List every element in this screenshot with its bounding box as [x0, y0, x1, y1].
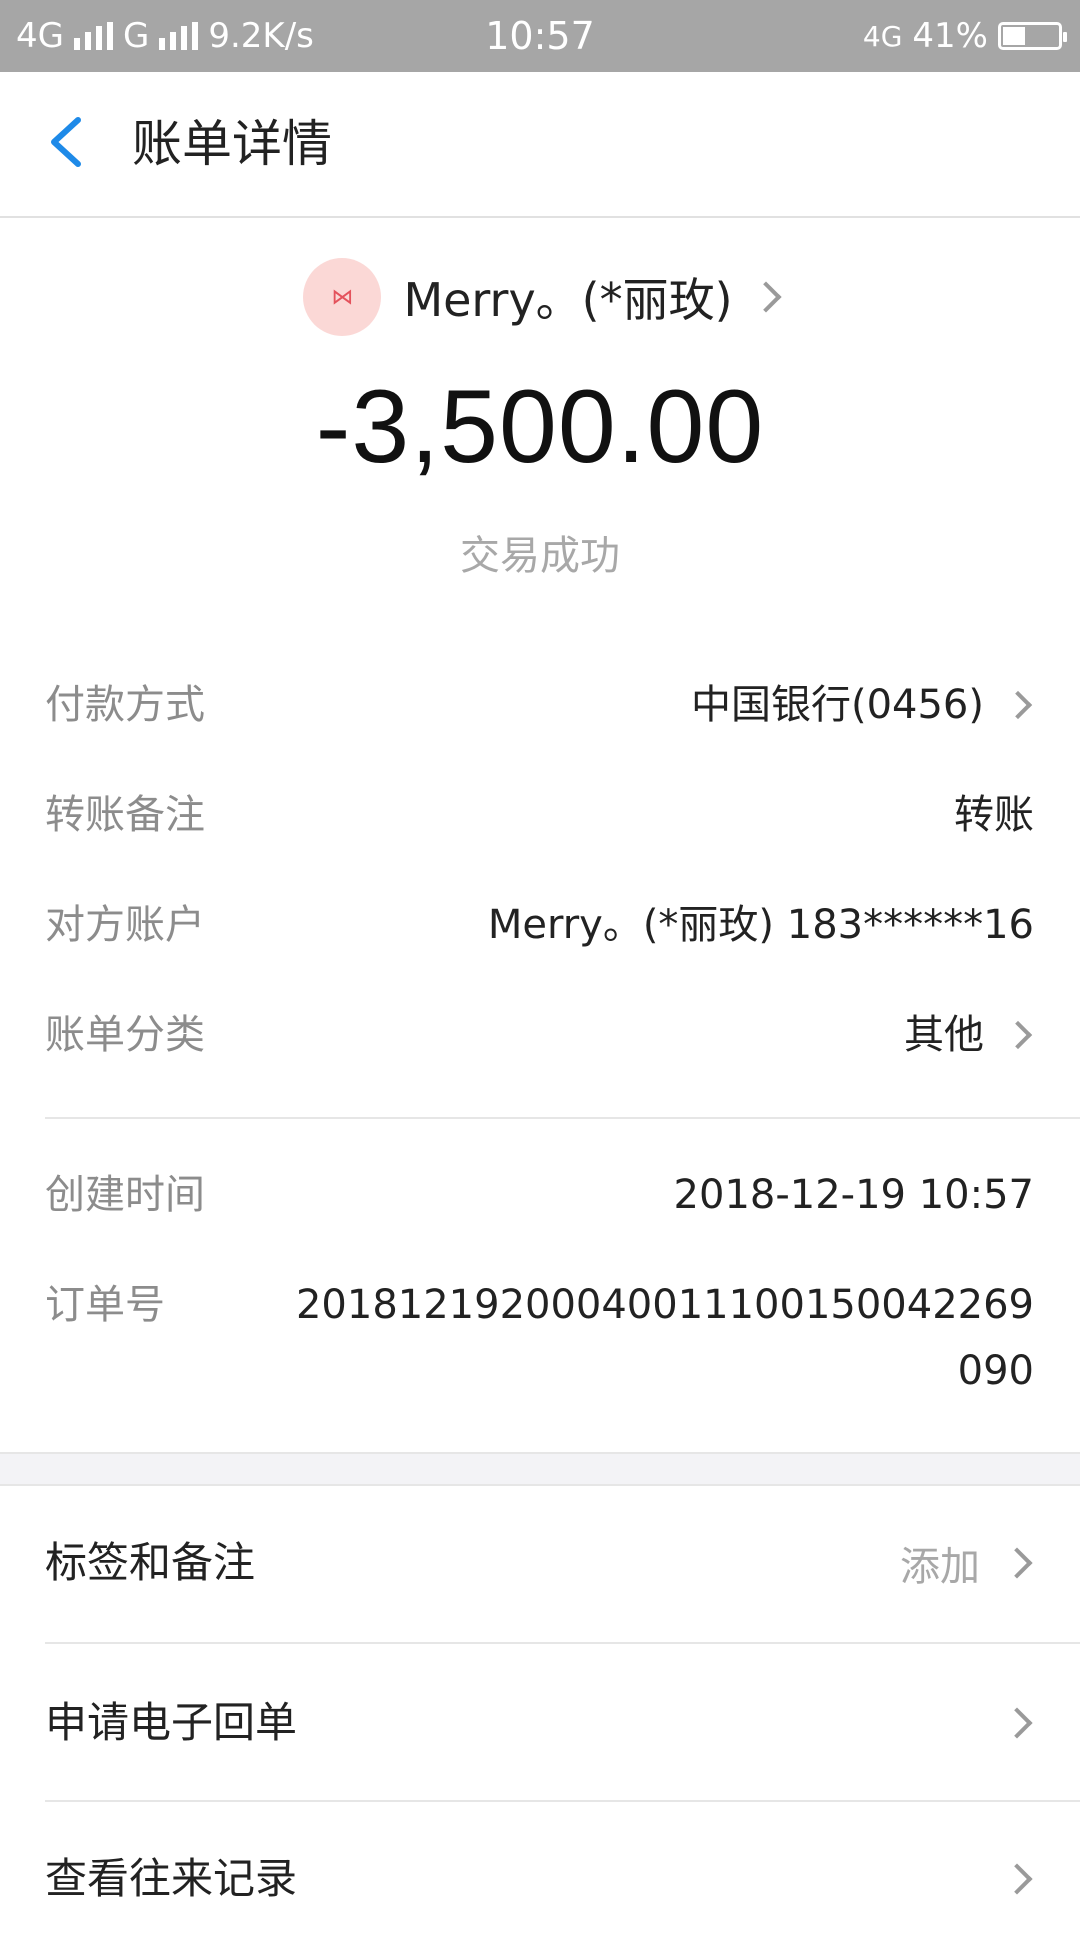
row-value: Merry。(*丽玫) 183******16: [488, 870, 1034, 980]
transaction-amount: -3,500.00: [315, 369, 765, 485]
action-right: [1001, 1644, 1034, 1802]
transfer-note-value: 转账: [954, 792, 1034, 838]
status-bar: 4G G 9.2K/s 10:57 4G 41%: [0, 0, 1080, 72]
action-label: 标签和备注: [45, 1538, 256, 1587]
row-value: 转账: [954, 760, 1034, 870]
navigation-bar: 账单详情: [0, 72, 1080, 218]
action-right: 添加: [900, 1484, 1034, 1642]
chevron-right-icon: [1001, 1863, 1033, 1895]
lte-indicator: 4G: [862, 19, 903, 53]
chevron-right-icon: [750, 281, 782, 313]
bow-icon: ⋈: [331, 284, 354, 310]
category-value: 其他: [904, 1012, 984, 1058]
row-value: 其他: [904, 980, 1034, 1090]
row-value: 中国银行(0456): [691, 650, 1034, 760]
row-label: 对方账户: [45, 902, 205, 948]
chevron-right-icon: [1003, 690, 1033, 720]
payee-link[interactable]: ⋈ Merry。(*丽玫): [0, 258, 1080, 336]
row-value: 2018-12-19 10:57: [674, 1140, 1034, 1250]
category-row[interactable]: 账单分类 其他: [0, 980, 1080, 1090]
action-right: [1001, 1800, 1034, 1958]
action-label: 查看往来记录: [45, 1854, 298, 1903]
transaction-status: 交易成功: [460, 533, 620, 579]
divider: [45, 1117, 1080, 1119]
battery-icon: [998, 22, 1067, 50]
row-label: 账单分类: [45, 1012, 205, 1058]
history-row[interactable]: 查看往来记录: [0, 1800, 1080, 1958]
order-number-value: 20181219200040011100150042269090: [295, 1282, 1034, 1394]
payment-method-row[interactable]: 付款方式 中国银行(0456): [0, 650, 1080, 760]
row-label: 付款方式: [45, 682, 205, 728]
page-title: 账单详情: [132, 115, 332, 173]
created-time-row: 创建时间 2018-12-19 10:57: [0, 1140, 1080, 1250]
row-label: 转账备注: [45, 792, 205, 838]
chevron-right-icon: [1001, 1547, 1033, 1579]
avatar: ⋈: [303, 258, 382, 336]
row-label: 创建时间: [45, 1172, 205, 1218]
add-hint: 添加: [900, 1544, 980, 1590]
chevron-right-icon: [1003, 1020, 1033, 1050]
counterparty-value: Merry。(*丽玫) 183******16: [487, 902, 1034, 948]
action-label: 申请电子回单: [45, 1698, 298, 1747]
payee-name: Merry。(*丽玫): [403, 273, 733, 327]
payment-method-value: 中国银行(0456): [690, 682, 984, 728]
battery-percent: 41%: [912, 16, 988, 56]
e-receipt-row[interactable]: 申请电子回单: [0, 1644, 1080, 1802]
chevron-right-icon: [1001, 1707, 1033, 1739]
counterparty-row: 对方账户 Merry。(*丽玫) 183******16: [0, 870, 1080, 980]
transfer-note-row: 转账备注 转账: [0, 760, 1080, 870]
section-separator: [0, 1452, 1080, 1486]
created-time-value: 2018-12-19 10:57: [673, 1172, 1034, 1218]
tags-notes-row[interactable]: 标签和备注 添加: [0, 1484, 1080, 1642]
back-arrow-icon[interactable]: [40, 112, 100, 172]
row-label: 订单号: [45, 1282, 165, 1328]
transaction-header: ⋈ Merry。(*丽玫) -3,500.00 交易成功: [0, 218, 1080, 618]
status-right: 4G 41%: [862, 0, 1067, 72]
